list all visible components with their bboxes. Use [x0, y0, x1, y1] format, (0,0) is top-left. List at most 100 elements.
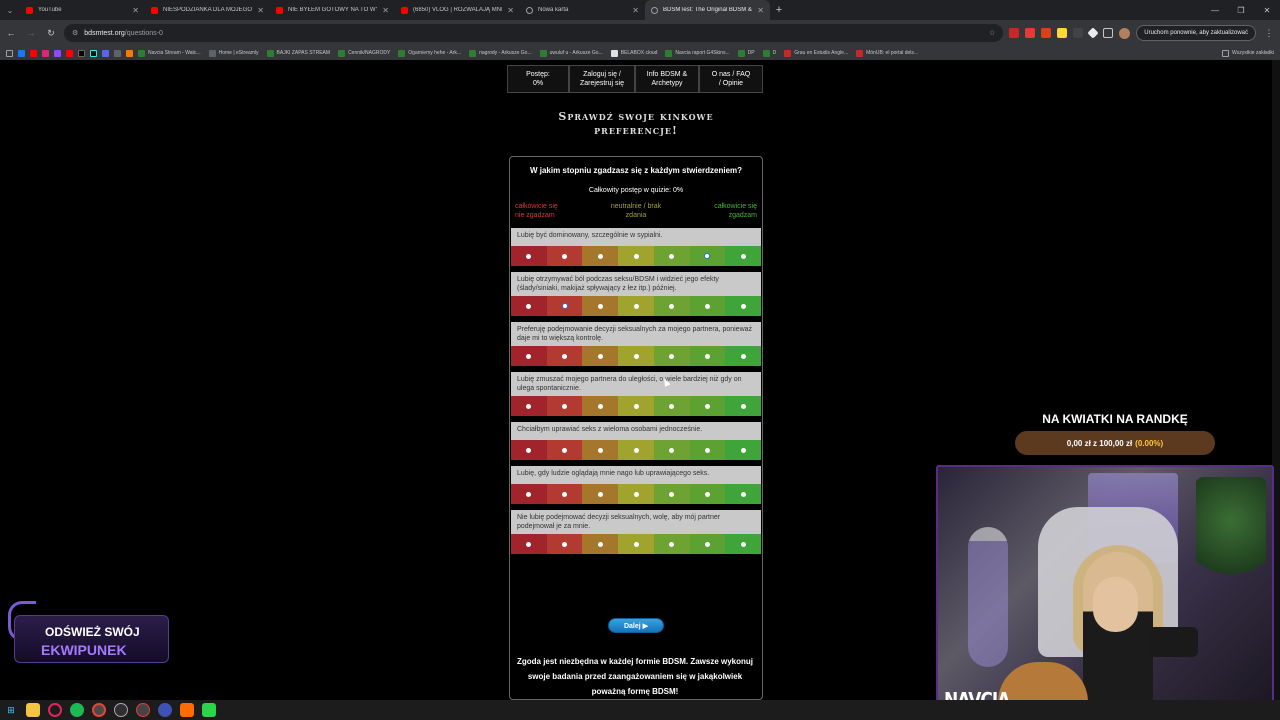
likert-option-2[interactable]: [546, 440, 583, 460]
browser-tab[interactable]: YouTube ✕: [20, 0, 145, 20]
radio-button[interactable]: [704, 303, 710, 309]
close-tab-icon[interactable]: ✕: [132, 6, 139, 15]
relaunch-button[interactable]: Uruchom ponownie, aby zaktualizować: [1136, 25, 1256, 41]
likert-option-1[interactable]: [511, 440, 547, 460]
likert-option-1[interactable]: [511, 534, 547, 554]
browser-tab[interactable]: (6850) VLOG | ROZWALAJĄ MNIE ✕: [395, 0, 520, 20]
likert-option-7[interactable]: [725, 396, 762, 416]
radio-button[interactable]: [526, 541, 532, 547]
radio-button[interactable]: [597, 541, 603, 547]
likert-option-3[interactable]: [582, 296, 619, 316]
bookmark-icon[interactable]: [114, 49, 121, 57]
radio-button[interactable]: [740, 353, 746, 359]
bookmark-item[interactable]: nagrody - Arkusze Go...: [469, 49, 532, 57]
radio-button[interactable]: [597, 447, 603, 453]
radio-button[interactable]: [740, 253, 746, 259]
discord-icon[interactable]: [102, 49, 109, 57]
radio-button[interactable]: [633, 253, 639, 259]
radio-button[interactable]: [597, 303, 603, 309]
extension-icon[interactable]: [1025, 28, 1036, 38]
extension-icon[interactable]: [1087, 27, 1099, 39]
radio-button[interactable]: [740, 541, 746, 547]
likert-option-1[interactable]: [511, 346, 547, 366]
likert-option-7[interactable]: [725, 484, 762, 504]
new-tab-button[interactable]: +: [770, 4, 788, 16]
extensions-puzzle-icon[interactable]: [1103, 28, 1114, 38]
likert-option-3[interactable]: [582, 396, 619, 416]
bookmark-item[interactable]: Navcia raport G4Skins...: [665, 49, 730, 57]
likert-option-7[interactable]: [725, 346, 762, 366]
instagram-icon[interactable]: [42, 49, 49, 57]
obs-icon[interactable]: [114, 703, 128, 717]
opera-icon[interactable]: [48, 703, 62, 717]
radio-button[interactable]: [633, 303, 639, 309]
radio-button[interactable]: [562, 353, 568, 359]
profile-avatar[interactable]: [1119, 27, 1131, 39]
radio-button[interactable]: [597, 253, 603, 259]
bookmark-item[interactable]: Home | eStreamly: [208, 49, 259, 57]
likert-option-3[interactable]: [582, 346, 619, 366]
radio-button[interactable]: [669, 253, 675, 259]
radio-button[interactable]: [740, 491, 746, 497]
radio-button[interactable]: [562, 491, 568, 497]
tab-search-icon[interactable]: ⌄: [0, 0, 20, 20]
site-info-icon[interactable]: ⚙: [72, 29, 78, 37]
radio-button[interactable]: [669, 353, 675, 359]
browser-tab[interactable]: NIESPODZIANKA DLA MOJEGO M ✕: [145, 0, 270, 20]
bookmark-item[interactable]: D: [762, 49, 776, 57]
radio-button[interactable]: [669, 403, 675, 409]
radio-button[interactable]: [633, 353, 639, 359]
apps-grid-icon[interactable]: [6, 49, 13, 57]
radio-button[interactable]: [704, 447, 710, 453]
close-tab-icon[interactable]: ✕: [382, 6, 389, 15]
bookmark-item[interactable]: Ogarniemy hehe - Ark...: [398, 49, 461, 57]
bookmark-item[interactable]: DP: [737, 49, 755, 57]
browser-tab[interactable]: Nowa karta ✕: [520, 0, 645, 20]
likert-option-2[interactable]: [546, 534, 583, 554]
minimize-icon[interactable]: —: [1202, 6, 1228, 15]
radio-button[interactable]: [669, 541, 675, 547]
site-menu-item[interactable]: O nas / FAQ / Opinie: [699, 65, 763, 93]
radio-button[interactable]: [704, 353, 710, 359]
bookmark-item[interactable]: BAJKI ZAPAS STREAM: [266, 49, 330, 57]
close-tab-icon[interactable]: ✕: [632, 6, 639, 15]
likert-option-4[interactable]: [618, 534, 654, 554]
likert-option-5[interactable]: [653, 396, 690, 416]
likert-option-7[interactable]: [725, 246, 762, 266]
radio-button[interactable]: [526, 353, 532, 359]
likert-option-2[interactable]: [546, 246, 583, 266]
windows-start-icon[interactable]: ⊞: [4, 703, 18, 717]
radio-button[interactable]: [669, 303, 675, 309]
likert-option-1[interactable]: [511, 484, 547, 504]
likert-option-4[interactable]: [618, 396, 654, 416]
extension-icon[interactable]: [1041, 28, 1052, 38]
radio-button[interactable]: [526, 303, 532, 309]
radio-button[interactable]: [669, 447, 675, 453]
likert-option-5[interactable]: [653, 296, 690, 316]
likert-option-5[interactable]: [653, 484, 690, 504]
radio-button[interactable]: [526, 403, 532, 409]
likert-option-6[interactable]: [689, 534, 726, 554]
radio-button[interactable]: [704, 253, 711, 259]
likert-option-3[interactable]: [582, 484, 619, 504]
radio-button[interactable]: [561, 303, 568, 309]
likert-option-3[interactable]: [582, 440, 619, 460]
radio-button[interactable]: [740, 447, 746, 453]
app-icon[interactable]: [202, 703, 216, 717]
close-tab-icon[interactable]: ✕: [507, 6, 514, 15]
radio-button[interactable]: [526, 447, 532, 453]
bookmark-item[interactable]: MónUB: el portal dels...: [856, 49, 918, 57]
app-icon[interactable]: [158, 703, 172, 717]
likert-option-1[interactable]: [511, 396, 547, 416]
likert-option-4[interactable]: [618, 484, 654, 504]
browser-menu-icon[interactable]: ⋮: [1262, 26, 1276, 40]
likert-option-4[interactable]: [618, 440, 654, 460]
radio-button[interactable]: [633, 491, 639, 497]
all-bookmarks[interactable]: Wszystkie zakładki: [1222, 49, 1274, 57]
next-button[interactable]: Dalej ▶: [608, 618, 664, 633]
radio-button[interactable]: [633, 541, 639, 547]
spotify-icon[interactable]: [70, 703, 84, 717]
bookmark-item[interactable]: Cennik/NAGRODY: [338, 49, 390, 57]
likert-option-6[interactable]: [689, 396, 726, 416]
extension-icon[interactable]: [1073, 28, 1084, 38]
